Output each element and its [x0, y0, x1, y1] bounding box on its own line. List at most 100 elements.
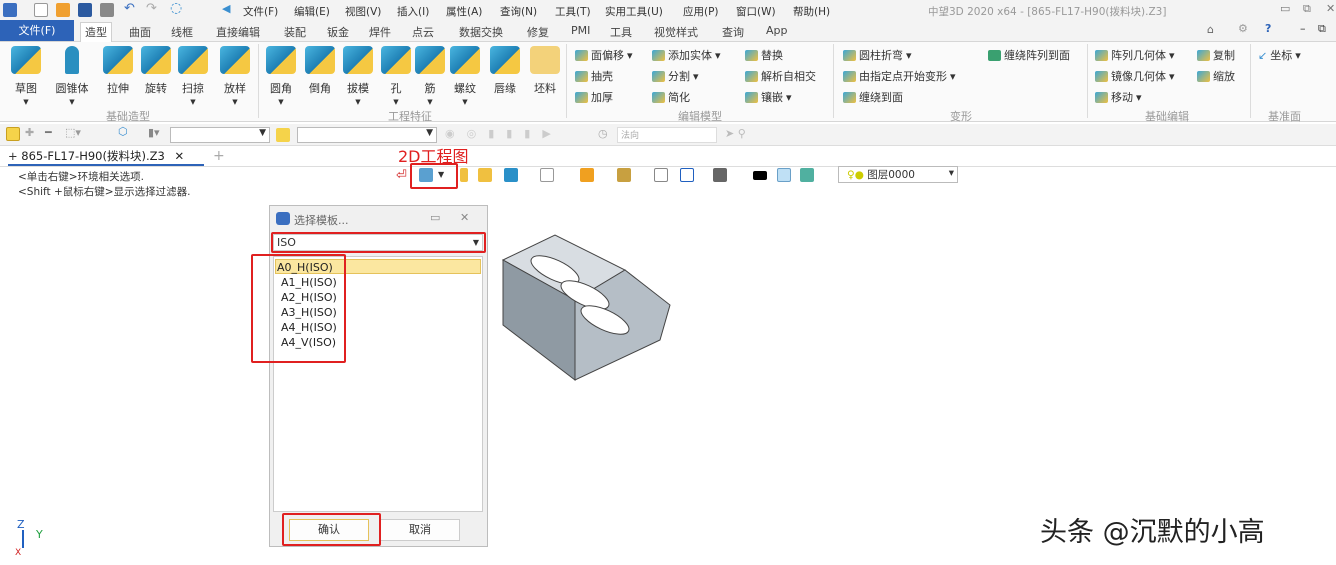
filter-combo[interactable]: ▼: [170, 127, 270, 143]
sweep-button[interactable]: 扫掠 ▼: [173, 46, 213, 107]
inlay-button[interactable]: 镶嵌 ▾: [745, 89, 792, 105]
chamfer-button[interactable]: 倒角: [300, 46, 340, 107]
settings-gear-icon[interactable]: ⚙: [1238, 22, 1248, 35]
menu-apps[interactable]: 应用(P): [683, 4, 719, 19]
wire-cube-icon[interactable]: [540, 168, 554, 182]
tab-query[interactable]: 查询: [718, 23, 748, 41]
lip-button[interactable]: 唇缘: [485, 46, 525, 107]
mirror-geometry-button[interactable]: 镜像几何体 ▾: [1095, 68, 1175, 84]
extrude-button[interactable]: 拉伸: [98, 46, 138, 107]
pick-mode-icon[interactable]: [276, 128, 290, 142]
direction-combo[interactable]: 法向: [617, 127, 717, 143]
deform-from-point-button[interactable]: 由指定点开始变形 ▾: [843, 68, 956, 84]
dialog-close-button[interactable]: ✕: [460, 211, 469, 224]
3d-part-model[interactable]: [495, 230, 685, 395]
tab-visual-style[interactable]: 视觉样式: [650, 23, 702, 41]
cancel-button[interactable]: 取消: [380, 519, 460, 541]
menu-insert[interactable]: 插入(I): [397, 4, 429, 19]
document-tab[interactable]: + 865-FL17-H90(拨料块).Z3 ✕: [8, 148, 204, 166]
filter-icon[interactable]: ⬚▾: [65, 126, 81, 139]
tab-assembly[interactable]: 装配: [280, 23, 310, 41]
shell-button[interactable]: 抽壳: [575, 68, 613, 84]
redo-icon[interactable]: ↷: [146, 1, 157, 16]
tab-file[interactable]: 文件(F): [0, 20, 74, 41]
select-filter-icon[interactable]: ◌: [170, 0, 182, 16]
tab-modeling[interactable]: 造型: [80, 22, 112, 43]
background-color-icon[interactable]: [777, 168, 791, 182]
circle-select-icon[interactable]: ⬡: [118, 125, 128, 138]
black-color-icon[interactable]: [753, 171, 767, 180]
save-icon[interactable]: [78, 3, 92, 17]
revolve-button[interactable]: 旋转: [136, 46, 176, 107]
pin-icon[interactable]: ▭: [430, 211, 440, 224]
layer-combo[interactable]: ♀● 图层0000 ▾: [838, 166, 958, 183]
close-tab-icon[interactable]: ✕: [174, 149, 184, 163]
render-icon[interactable]: [617, 168, 631, 182]
close-button[interactable]: ✕: [1326, 2, 1335, 15]
menu-utilities[interactable]: 实用工具(U): [605, 4, 663, 19]
help-icon[interactable]: ?: [1265, 22, 1271, 35]
tab-data-exchange[interactable]: 数据交换: [455, 23, 507, 41]
print-icon[interactable]: [100, 3, 114, 17]
tab-direct-edit[interactable]: 直接编辑: [212, 23, 264, 41]
new-file-icon[interactable]: [34, 3, 48, 17]
layer-style-icon[interactable]: [800, 168, 814, 182]
exit-icon[interactable]: ⏎: [396, 168, 407, 183]
tab-app[interactable]: App: [762, 23, 792, 38]
thread-button[interactable]: 螺纹 ▼: [445, 46, 485, 107]
minimize-button[interactable]: ▭: [1280, 2, 1290, 15]
2d-drawing-icon[interactable]: [419, 168, 433, 182]
resolve-self-intersect-button[interactable]: 解析自相交: [745, 68, 816, 84]
menu-tools[interactable]: 工具(T): [555, 4, 591, 19]
menu-window[interactable]: 窗口(W): [736, 4, 776, 19]
view-frame-icon[interactable]: [654, 168, 668, 182]
doc-restore-button[interactable]: ⧉: [1318, 22, 1326, 36]
move-button[interactable]: 移动 ▾: [1095, 89, 1142, 105]
tab-sheet-metal[interactable]: 钣金: [323, 23, 353, 41]
loft-button[interactable]: 放样 ▼: [215, 46, 255, 107]
collapse-ribbon-icon[interactable]: ⌂: [1207, 23, 1214, 36]
pick-combo[interactable]: ▼: [297, 127, 437, 143]
stock-button[interactable]: 坯料: [525, 46, 565, 107]
tab-weldment[interactable]: 焊件: [365, 23, 395, 41]
split-button[interactable]: 分割 ▾: [652, 68, 699, 84]
restore-button[interactable]: ⧉: [1303, 2, 1311, 16]
section-icon[interactable]: [580, 168, 594, 182]
arrow-left-icon[interactable]: ◀: [222, 2, 230, 15]
tab-surface[interactable]: 曲面: [125, 23, 155, 41]
add-solid-button[interactable]: 添加实体 ▾: [652, 47, 721, 63]
simplify-button[interactable]: 简化: [652, 89, 690, 105]
wrap-to-face-button[interactable]: 缠绕到面: [843, 89, 903, 105]
pattern-geometry-button[interactable]: 阵列几何体 ▾: [1095, 47, 1175, 63]
shaded-icon[interactable]: [478, 168, 492, 182]
plus-icon[interactable]: ✚: [25, 126, 34, 139]
tab-tools[interactable]: 工具: [606, 23, 636, 41]
undo-icon[interactable]: ↶: [124, 1, 135, 16]
fillet-button[interactable]: 圆角 ▼: [261, 46, 301, 107]
new-tab-button[interactable]: +: [213, 148, 225, 164]
coordinate-button[interactable]: ↙ 坐标 ▾: [1258, 47, 1301, 63]
pick-icon[interactable]: [6, 127, 20, 141]
line-icon[interactable]: ━: [45, 126, 52, 139]
dimension-icon[interactable]: [680, 168, 694, 182]
sketch-button[interactable]: 草图 ▼: [6, 46, 46, 107]
cursor-icon[interactable]: ➤ ⚲: [725, 127, 746, 140]
face-offset-button[interactable]: 面偏移 ▾: [575, 47, 633, 63]
cylinder-bend-button[interactable]: 圆柱折弯 ▾: [843, 47, 912, 63]
display-icon[interactable]: [713, 168, 727, 182]
menu-help[interactable]: 帮助(H): [793, 4, 830, 19]
view-cube-icon[interactable]: [504, 168, 518, 182]
snap-icons[interactable]: ◉◎▮▮▮▶: [445, 127, 563, 140]
menu-edit[interactable]: 编辑(E): [294, 4, 330, 19]
pencil-icon[interactable]: [460, 168, 468, 182]
cone-button[interactable]: 圆锥体 ▼: [52, 46, 92, 107]
tab-point-cloud[interactable]: 点云: [408, 23, 438, 41]
menu-query[interactable]: 查询(N): [500, 4, 537, 19]
draft-button[interactable]: 拔模 ▼: [338, 46, 378, 107]
chevron-down-icon[interactable]: ▼: [438, 170, 444, 179]
menu-view[interactable]: 视图(V): [345, 4, 381, 19]
tab-repair[interactable]: 修复: [523, 23, 553, 41]
tab-wireframe[interactable]: 线框: [167, 23, 197, 41]
tab-pmi[interactable]: PMI: [567, 23, 594, 38]
menu-file[interactable]: 文件(F): [243, 4, 278, 19]
